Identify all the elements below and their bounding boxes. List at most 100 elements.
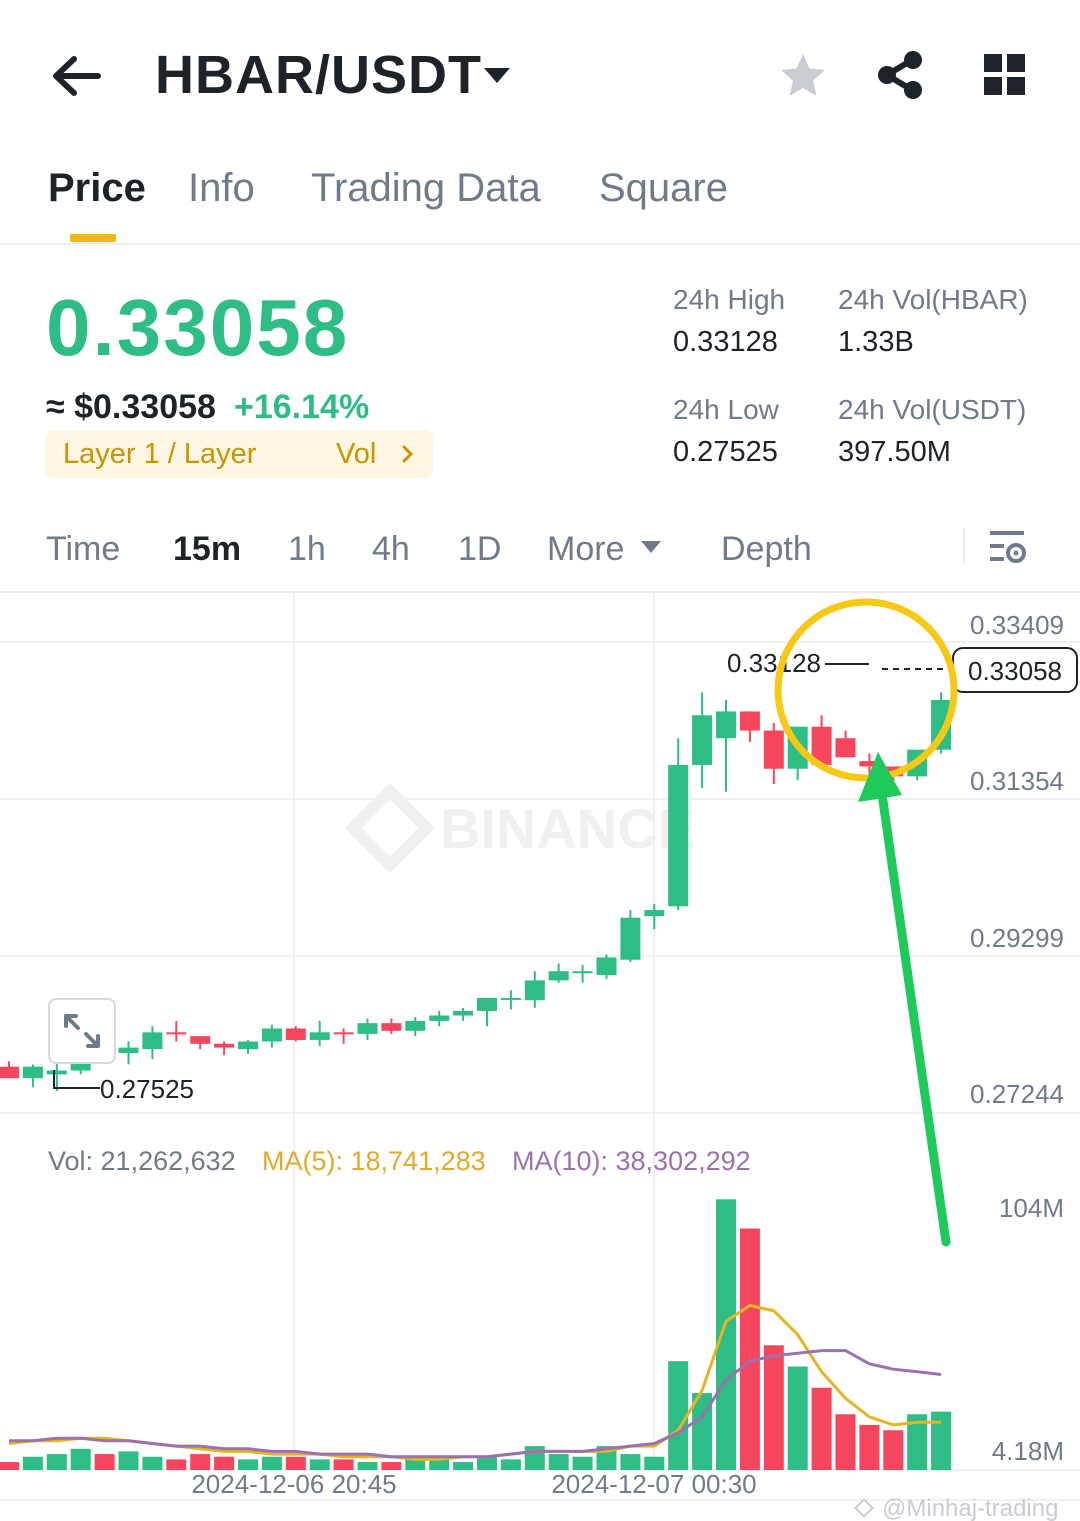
interval-1d[interactable]: 1D	[458, 530, 501, 569]
candle-body	[692, 715, 713, 765]
volume-bar	[787, 1366, 808, 1470]
vol-base-label: 24h Vol(HBAR)	[838, 284, 1028, 315]
interval-15m[interactable]: 15m	[173, 530, 241, 569]
more-caret-icon	[641, 541, 661, 553]
candle-body	[572, 971, 593, 974]
volume-bar	[94, 1454, 115, 1470]
volume-bar	[333, 1459, 354, 1470]
tab-trading-data[interactable]: Trading Data	[311, 166, 541, 211]
caret-down-icon[interactable]	[482, 66, 512, 86]
candle-body	[548, 971, 569, 981]
interval-depth[interactable]: Depth	[721, 530, 812, 569]
candle-body	[238, 1041, 258, 1050]
tabs-divider	[0, 243, 1080, 245]
candle-body	[716, 711, 736, 739]
highlight-circle	[774, 598, 958, 782]
tab-info[interactable]: Info	[188, 166, 255, 211]
credit-watermark: @Minhaj-trading	[854, 1495, 1058, 1521]
volume-bar	[739, 1228, 760, 1470]
candle-body	[596, 957, 617, 976]
high-marker-label: 0.33128	[727, 648, 821, 678]
volume-bar	[0, 1462, 19, 1470]
candle-body	[214, 1043, 235, 1048]
share-icon[interactable]	[876, 50, 924, 100]
candle-body	[524, 980, 545, 1001]
active-tab-indicator	[70, 234, 116, 242]
volume-bar	[524, 1446, 545, 1470]
volume-bar	[620, 1454, 641, 1470]
change-percent: +16.14%	[234, 388, 370, 426]
interval-divider	[963, 528, 965, 564]
candle-body	[644, 910, 665, 917]
tab-square[interactable]: Square	[599, 166, 728, 211]
volume-bar	[118, 1451, 139, 1470]
candle-body	[166, 1032, 187, 1035]
price-tick: 0.31354	[970, 766, 1064, 796]
ma10-readout: MA(10): 38,302,292	[512, 1146, 751, 1176]
volume-bar	[835, 1414, 856, 1470]
volume-bar	[883, 1430, 904, 1470]
candle-body	[381, 1023, 402, 1031]
candle-body	[142, 1032, 163, 1050]
star-icon[interactable]	[778, 52, 828, 100]
volume-bar	[261, 1456, 282, 1470]
interval-more[interactable]: More	[547, 530, 624, 569]
volume-bar	[238, 1459, 258, 1470]
candle-body	[763, 730, 784, 769]
pair-title[interactable]: HBAR/USDT	[155, 44, 482, 106]
vol-tag-label: Vol	[336, 438, 377, 470]
interval-1h[interactable]: 1h	[288, 530, 326, 569]
candle-body	[190, 1036, 211, 1044]
current-price-label: 0.33058	[968, 656, 1062, 686]
category-tag[interactable]: Layer 1 / Layer | Vol	[45, 430, 433, 478]
candle-body	[118, 1047, 139, 1053]
volume-tick: 4.18M	[992, 1436, 1064, 1466]
expand-chart-button[interactable]	[48, 998, 116, 1064]
volume-bar	[381, 1462, 402, 1470]
candle-body	[261, 1028, 282, 1042]
price-chart[interactable]: BINANCE 0.33409 0.31354 0.29299 0.27244 …	[0, 592, 1080, 1521]
volume-bars	[0, 1199, 952, 1470]
volume-bar	[453, 1462, 474, 1470]
credit-text: @Minhaj-trading	[882, 1495, 1058, 1521]
candle-body	[405, 1020, 426, 1031]
price-tick: 0.33409	[970, 610, 1064, 640]
candle-body	[739, 711, 760, 731]
volume-bar	[190, 1454, 211, 1470]
price-tick: 0.27244	[970, 1079, 1064, 1109]
candle-body	[429, 1015, 450, 1021]
interval-4h[interactable]: 4h	[372, 530, 410, 569]
top-bar: HBAR/USDT	[0, 0, 1080, 150]
candle-body	[285, 1028, 306, 1040]
volume-bar	[166, 1459, 187, 1470]
candle-body	[333, 1032, 354, 1035]
volume-bar	[716, 1199, 736, 1470]
tab-price[interactable]: Price	[48, 166, 146, 211]
low-marker-label: 0.27525	[100, 1074, 194, 1104]
volume-bar	[142, 1456, 163, 1470]
grid-icon[interactable]	[984, 54, 1026, 96]
chart-settings-icon[interactable]	[988, 528, 1028, 566]
volume-bar	[285, 1456, 306, 1470]
high-value: 0.33128	[673, 326, 778, 358]
volume-bar	[763, 1345, 784, 1470]
watermark-text: BINANCE	[440, 797, 695, 860]
candle-body	[357, 1023, 378, 1034]
time-tick: 2024-12-07 00:30	[551, 1469, 756, 1499]
volume-bar	[22, 1456, 43, 1470]
back-arrow-icon[interactable]	[50, 50, 102, 102]
volume-bar	[405, 1459, 426, 1470]
ma5-readout: MA(5): 18,741,283	[262, 1146, 486, 1176]
candle-body	[453, 1010, 474, 1016]
candle-body	[46, 1070, 67, 1075]
category-tag-label: Layer 1 / Layer	[63, 438, 257, 470]
volume-bar	[548, 1454, 569, 1470]
candle-body	[309, 1032, 330, 1040]
time-tick: 2024-12-06 20:45	[191, 1469, 396, 1499]
volume-readout: Vol: 21,262,632	[48, 1146, 236, 1176]
volume-bar	[859, 1424, 880, 1470]
volume-bar	[46, 1454, 67, 1470]
expand-icon	[64, 1014, 100, 1048]
volume-bar	[70, 1448, 91, 1470]
interval-time[interactable]: Time	[46, 530, 120, 569]
